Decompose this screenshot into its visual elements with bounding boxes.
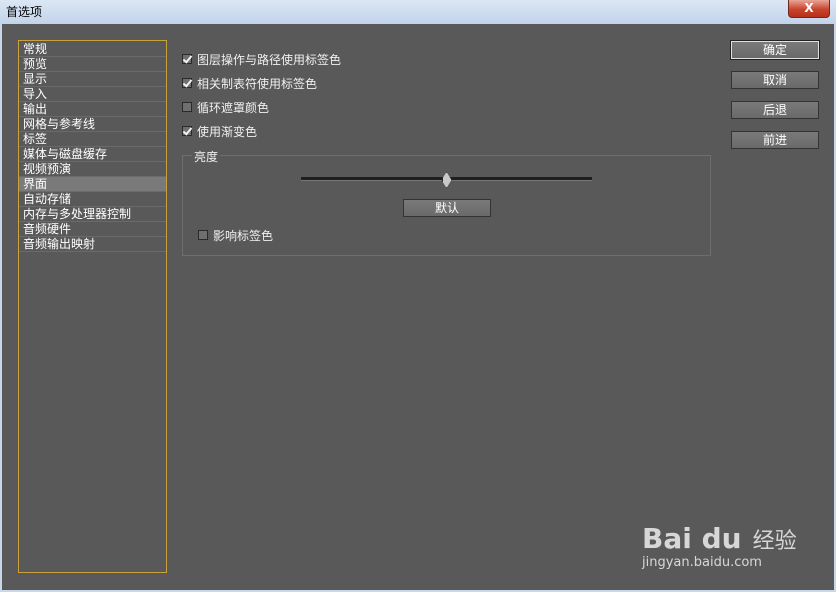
sidebar-item-labels[interactable]: 标签 — [19, 132, 166, 147]
baidu-jingyan-watermark: Bai du 经验 jingyan.baidu.com — [642, 522, 797, 570]
brightness-group-label: 亮度 — [192, 148, 221, 165]
window-title: 首选项 — [6, 5, 43, 19]
sidebar-item-video-preview[interactable]: 视频预演 — [19, 162, 166, 177]
watermark-cn-text: 经验 — [752, 529, 797, 554]
category-list: 常规 预览 显示 导入 输出 网格与参考线 标签 媒体与磁盘缓存 视频预演 界面… — [18, 40, 167, 573]
option-label: 相关制表符使用标签色 — [197, 76, 318, 91]
option-cycle-mask-colors[interactable]: 循环遮罩颜色 — [182, 99, 269, 115]
option-use-gradients[interactable]: 使用渐变色 — [182, 123, 257, 139]
option-label: 影响标签色 — [213, 228, 274, 243]
sidebar-item-appearance[interactable]: 界面 — [19, 177, 166, 192]
checkbox-icon[interactable] — [182, 126, 192, 136]
sidebar-item-grids-guides[interactable]: 网格与参考线 — [19, 117, 166, 132]
checkbox-icon[interactable] — [182, 54, 192, 64]
forward-button[interactable]: 前进 — [731, 131, 819, 149]
ok-button[interactable]: 确定 — [730, 40, 820, 60]
option-label: 图层操作与路径使用标签色 — [197, 52, 342, 67]
option-tabs-label-color[interactable]: 相关制表符使用标签色 — [182, 75, 317, 91]
sidebar-item-preview[interactable]: 预览 — [19, 57, 166, 72]
option-layer-path-label-color[interactable]: 图层操作与路径使用标签色 — [182, 51, 341, 67]
back-button[interactable]: 后退 — [731, 101, 819, 119]
watermark-logo: Bai du — [642, 522, 742, 555]
checkbox-icon[interactable] — [182, 78, 192, 88]
option-affect-label-colors[interactable]: 影响标签色 — [198, 227, 273, 243]
sidebar-item-output[interactable]: 输出 — [19, 102, 166, 117]
sidebar-item-media-disk-cache[interactable]: 媒体与磁盘缓存 — [19, 147, 166, 162]
title-bar: 首选项 X — [0, 0, 836, 25]
close-icon: X — [804, 1, 814, 15]
close-button[interactable]: X — [788, 0, 830, 18]
sidebar-item-general[interactable]: 常规 — [19, 42, 166, 57]
default-button[interactable]: 默认 — [403, 199, 491, 217]
sidebar-item-audio-hardware[interactable]: 音频硬件 — [19, 222, 166, 237]
option-label: 使用渐变色 — [197, 124, 258, 139]
checkbox-icon[interactable] — [198, 230, 208, 240]
sidebar-item-import[interactable]: 导入 — [19, 87, 166, 102]
preferences-panel: 常规 预览 显示 导入 输出 网格与参考线 标签 媒体与磁盘缓存 视频预演 界面… — [0, 24, 836, 592]
watermark-url: jingyan.baidu.com — [642, 555, 762, 570]
cancel-button[interactable]: 取消 — [731, 71, 819, 89]
sidebar-item-display[interactable]: 显示 — [19, 72, 166, 87]
sidebar-item-audio-output-mapping[interactable]: 音频输出映射 — [19, 237, 166, 252]
sidebar-item-auto-save[interactable]: 自动存储 — [19, 192, 166, 207]
sidebar-item-memory-multiprocessing[interactable]: 内存与多处理器控制 — [19, 207, 166, 222]
checkbox-icon[interactable] — [182, 102, 192, 112]
option-label: 循环遮罩颜色 — [197, 100, 270, 115]
